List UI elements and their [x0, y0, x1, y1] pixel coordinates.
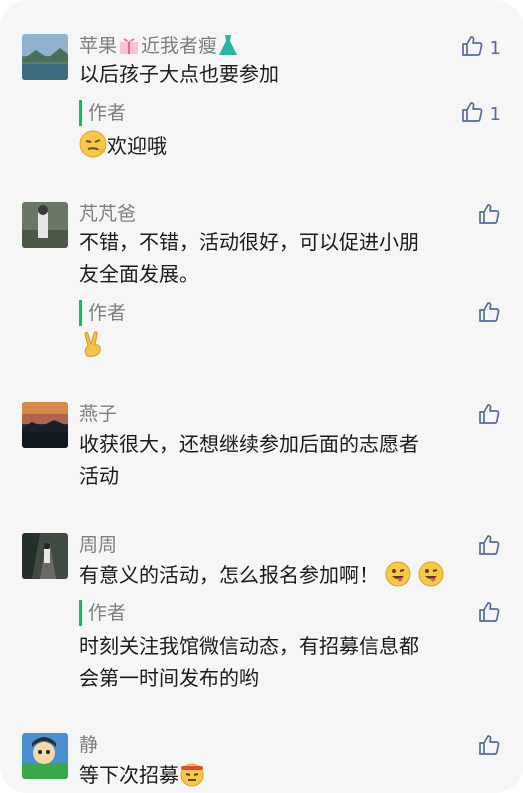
like-count: 1: [489, 37, 501, 59]
avatar[interactable]: [22, 533, 68, 579]
determined-face-emoji-icon: [179, 761, 205, 793]
comment-text: 以后孩子大点也要参加: [79, 62, 279, 86]
avatar[interactable]: [22, 733, 68, 779]
winking-tongue-emoji-icon: [418, 561, 444, 596]
commenter-name[interactable]: 苹果 近我者瘦: [79, 32, 239, 60]
reply-text: [79, 330, 479, 367]
commenter-name[interactable]: 芃芃爸: [79, 200, 136, 228]
reply-like-button[interactable]: [477, 600, 501, 628]
comments-panel: 苹果 近我者瘦 1 以后孩子大点也要参加 作者 1 欢迎哦 芃芃爸 不错，不错，…: [0, 0, 523, 793]
comment-text: 有意义的活动，怎么报名参加啊！: [79, 559, 499, 596]
winking-tongue-emoji-icon: [385, 561, 411, 596]
comment-text-line: 友全面发展。: [79, 262, 199, 286]
thumbs-up-icon: [477, 600, 501, 628]
reply-like-button[interactable]: [477, 300, 501, 328]
comment-text-line: 活动: [79, 464, 119, 488]
author-reply-label: 作者: [79, 600, 126, 626]
like-button[interactable]: [477, 402, 501, 430]
avatar[interactable]: [22, 402, 68, 448]
thumbs-up-icon: [460, 100, 484, 128]
avatar[interactable]: [22, 202, 68, 248]
comment-text-line: 不错，不错，活动很好，可以促进小朋: [79, 230, 419, 254]
commenter-name[interactable]: 燕子: [79, 400, 117, 428]
author-reply-label: 作者: [79, 100, 126, 126]
reply-text: 欢迎哦: [79, 130, 479, 167]
comment-text: 等下次招募: [79, 759, 479, 793]
reply-like-button[interactable]: 1: [460, 100, 501, 128]
commenter-name[interactable]: 静: [79, 731, 98, 759]
thumbs-up-icon: [477, 402, 501, 430]
thumbs-up-icon: [477, 300, 501, 328]
commenter-name[interactable]: 周周: [79, 531, 117, 559]
thumbs-up-icon: [477, 733, 501, 761]
like-count: 1: [489, 103, 501, 125]
reply-text-line: 时刻关注我馆微信动态，有招募信息都: [79, 634, 419, 658]
like-button[interactable]: [477, 733, 501, 761]
thumbs-up-icon: [477, 202, 501, 230]
smirk-emoji-icon: [79, 130, 107, 167]
avatar[interactable]: [22, 34, 68, 80]
author-reply-label: 作者: [79, 300, 126, 326]
like-button[interactable]: [477, 533, 501, 561]
victory-hand-emoji-icon: [79, 330, 107, 367]
comment-text-line: 收获很大，还想继续参加后面的志愿者: [79, 432, 419, 456]
reply-text-line: 会第一时间发布的哟: [79, 666, 259, 690]
like-button[interactable]: [477, 202, 501, 230]
thumbs-up-icon: [477, 533, 501, 561]
